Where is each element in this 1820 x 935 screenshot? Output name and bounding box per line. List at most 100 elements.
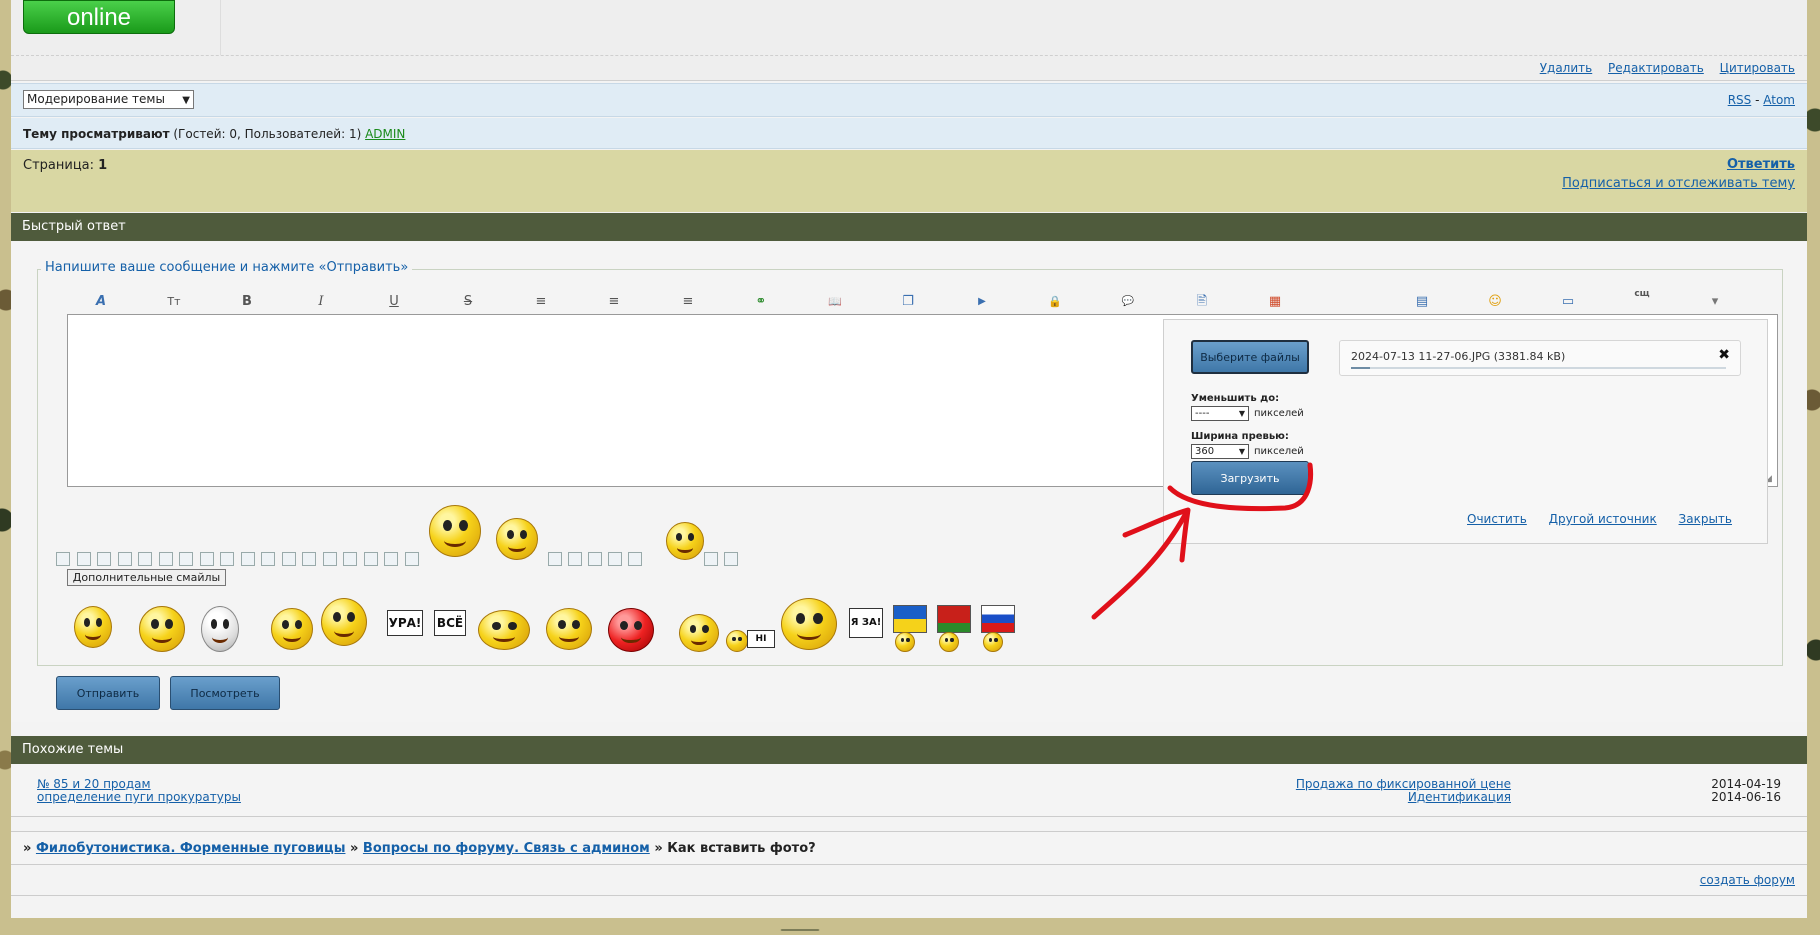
strikethrough-icon[interactable]: S <box>457 292 479 312</box>
preview-button[interactable]: Посмотреть <box>170 676 280 710</box>
broken-smiley-image[interactable] <box>302 552 316 566</box>
viewer-user-link[interactable]: ADMIN <box>365 127 405 141</box>
topic-category-link[interactable]: Продажа по фиксированной цене <box>1296 777 1511 791</box>
upload-button[interactable]: Загрузить <box>1191 461 1309 495</box>
confused-smiley-icon[interactable] <box>321 598 367 646</box>
broken-smiley-image[interactable] <box>220 552 234 566</box>
align-right-icon[interactable]: ≡ <box>677 292 699 312</box>
post-actions: Удалить Редактировать Цитировать <box>1528 61 1795 75</box>
page-number[interactable]: 1 <box>98 158 107 173</box>
close-link[interactable]: Закрыть <box>1679 512 1732 526</box>
ura-sign-icon[interactable]: УРА! <box>387 610 423 636</box>
broken-smiley-image[interactable] <box>322 552 337 566</box>
laughing-smiley-icon[interactable] <box>74 606 112 648</box>
table-icon[interactable]: ▤ <box>1411 292 1433 312</box>
ya-za-sign-icon[interactable]: Я ЗА! <box>849 608 883 638</box>
reply-legend: Напишите ваше сообщение и нажмите «Отпра… <box>41 260 413 275</box>
broken-smiley-image[interactable] <box>704 552 718 566</box>
align-center-icon[interactable]: ≡ <box>603 292 625 312</box>
font-icon[interactable]: A <box>90 292 112 312</box>
broken-smiley-image[interactable] <box>568 552 582 566</box>
quote-icon[interactable]: 💬 <box>1117 292 1139 312</box>
breadcrumb-section-link[interactable]: Вопросы по форуму. Связь с админом <box>363 841 650 856</box>
ukraine-flag-icon[interactable] <box>893 605 927 633</box>
topic-link[interactable]: № 85 и 20 продам <box>37 777 151 791</box>
delete-link[interactable]: Удалить <box>1540 61 1593 75</box>
broken-smiley-image[interactable] <box>158 552 173 566</box>
video-icon[interactable]: ▶ <box>971 292 993 312</box>
reduce-select[interactable]: ---- ▼ <box>1191 406 1249 421</box>
shocked-smiley-icon[interactable] <box>201 606 239 652</box>
broken-smiley-image[interactable] <box>240 552 255 566</box>
broken-smiley-image[interactable] <box>97 552 111 566</box>
sleepy-smiley-icon[interactable] <box>546 608 592 650</box>
small-hi-smiley-icon[interactable] <box>726 630 748 652</box>
reading-smiley-icon[interactable] <box>496 518 538 560</box>
more-smiles-button[interactable]: Дополнительные смайлы <box>67 569 226 586</box>
remove-file-icon[interactable]: ✖ <box>1718 347 1730 363</box>
broken-smiley-image[interactable] <box>76 552 91 566</box>
book-icon[interactable]: 📖 <box>824 292 846 312</box>
more-options-icon[interactable]: ▾ <box>1704 292 1726 312</box>
topic-category-link[interactable]: Идентификация <box>1408 790 1511 804</box>
wink-smiley-icon[interactable] <box>666 522 704 560</box>
broken-smiley-image[interactable] <box>608 552 622 566</box>
edit-link[interactable]: Редактировать <box>1608 61 1704 75</box>
quote-link[interactable]: Цитировать <box>1720 61 1795 75</box>
preview-width-select[interactable]: 360 ▼ <box>1191 444 1249 459</box>
subscribe-link[interactable]: Подписаться и отслеживать тему <box>1562 176 1795 191</box>
russia-flag-icon[interactable] <box>981 605 1015 633</box>
page-indicator: Страница: 1 <box>23 158 107 173</box>
rss-link[interactable]: RSS <box>1728 93 1752 107</box>
broken-smiley-image[interactable] <box>384 552 398 566</box>
thumbs-up-smiley-icon[interactable] <box>139 606 185 652</box>
broken-smiley-image[interactable] <box>179 552 193 566</box>
code-icon[interactable]: 🖹 <box>1191 292 1213 312</box>
lock-icon[interactable]: 🔒 <box>1044 292 1066 312</box>
smiley-icon[interactable]: ☺ <box>1484 292 1506 312</box>
broken-smiley-image[interactable] <box>343 552 357 566</box>
broken-smiley-image[interactable] <box>363 552 378 566</box>
color-palette-icon[interactable]: ▦ <box>1264 292 1286 312</box>
other-source-link[interactable]: Другой источник <box>1549 512 1657 526</box>
broken-smiley-image[interactable] <box>117 552 132 566</box>
align-left-icon[interactable]: ≡ <box>530 292 552 312</box>
link-icon[interactable]: ⚭ <box>750 292 772 312</box>
broken-smiley-image[interactable] <box>588 552 602 566</box>
rolling-eyes-smiley-icon[interactable] <box>271 608 313 650</box>
binoculars-smiley-icon[interactable] <box>781 598 837 650</box>
moderation-select[interactable]: Модерирование темы ▼ <box>23 90 194 109</box>
atom-link[interactable]: Atom <box>1763 93 1795 107</box>
bold-icon[interactable]: B <box>236 292 258 312</box>
send-button[interactable]: Отправить <box>56 676 160 710</box>
laughing-tears-smiley-icon[interactable] <box>478 610 530 650</box>
broken-smiley-image[interactable] <box>56 552 70 566</box>
broken-smiley-image[interactable] <box>404 552 419 566</box>
broken-smiley-image[interactable] <box>199 552 214 566</box>
broken-smiley-image[interactable] <box>138 552 152 566</box>
topic-link[interactable]: определение пуги прокуратуры <box>37 790 241 804</box>
choose-files-button[interactable]: Выберите файлы <box>1191 340 1309 374</box>
italic-icon[interactable]: I <box>310 292 332 312</box>
font-size-icon[interactable]: Tт <box>163 292 185 312</box>
thumbs-up-smiley-icon[interactable] <box>429 505 481 557</box>
wink-smiley-icon[interactable] <box>679 614 719 652</box>
hi-sign-icon[interactable]: HI <box>747 630 775 648</box>
translit-icon[interactable]: сщ <box>1631 284 1653 304</box>
broken-smiley-image[interactable] <box>548 552 562 566</box>
image-icon[interactable]: ❐ <box>897 292 919 312</box>
broken-smiley-image[interactable] <box>281 552 296 566</box>
breadcrumb-forum-link[interactable]: Филобутонистика. Форменные пуговицы <box>36 841 346 856</box>
clear-link[interactable]: Очистить <box>1467 512 1527 526</box>
reply-link[interactable]: Ответить <box>1727 157 1795 172</box>
broken-smiley-image[interactable] <box>724 552 738 566</box>
vse-sign-icon[interactable]: ВСЁ <box>434 610 466 636</box>
reduce-value: ---- <box>1195 408 1210 419</box>
underline-icon[interactable]: U <box>383 292 405 312</box>
broken-smiley-image[interactable] <box>261 552 275 566</box>
angry-smiley-icon[interactable] <box>608 608 654 652</box>
belarus-flag-icon[interactable] <box>937 605 971 633</box>
broken-smiley-image[interactable] <box>628 552 642 566</box>
keyboard-icon[interactable]: ▭ <box>1557 292 1579 312</box>
create-forum-link[interactable]: создать форум <box>1700 873 1795 887</box>
